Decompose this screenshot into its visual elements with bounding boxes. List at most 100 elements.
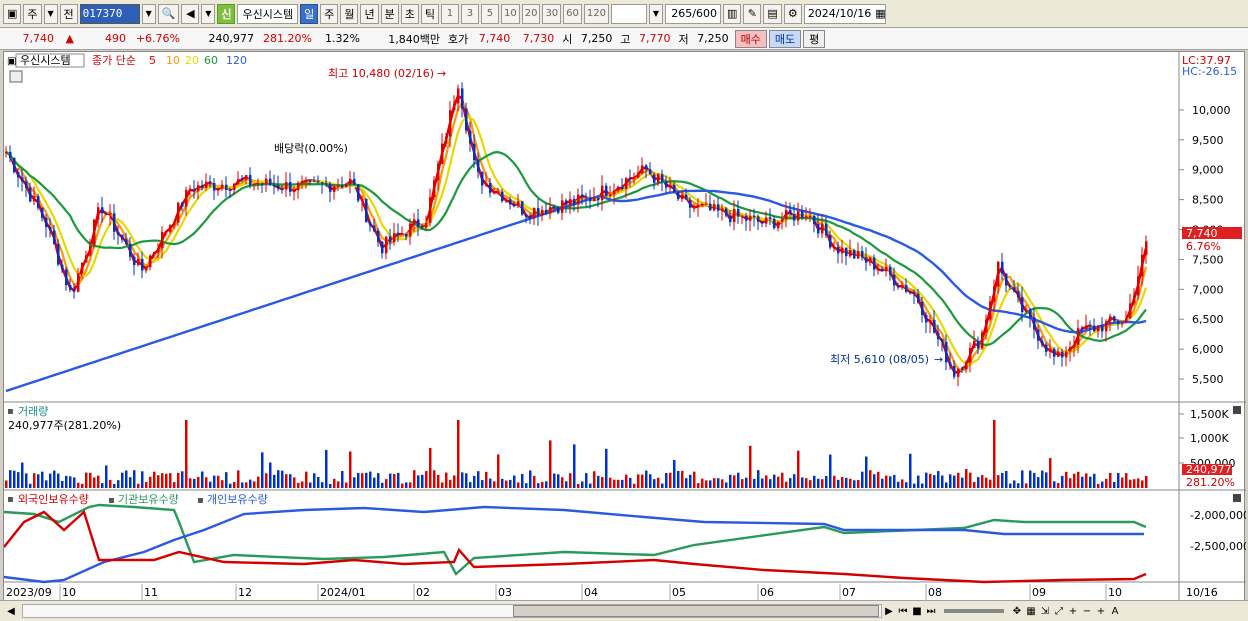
fit-icon[interactable]: ⇲ <box>1038 603 1052 619</box>
code-dropdown-icon[interactable]: ▼ <box>141 3 156 24</box>
candle-body <box>1133 295 1136 304</box>
zoom-in-icon[interactable]: + <box>1066 603 1080 619</box>
zoom-slider[interactable] <box>944 609 1004 613</box>
candle-body <box>253 183 256 186</box>
candle-body <box>61 264 64 270</box>
candle-body <box>345 183 348 188</box>
candle-body <box>1125 318 1128 323</box>
scroll-end-icon[interactable]: ⏭ <box>924 603 938 619</box>
period-second[interactable]: 초 <box>400 3 419 24</box>
period-day[interactable]: 일 <box>300 3 319 24</box>
candle-body <box>177 202 180 223</box>
stop-icon[interactable]: ■ <box>910 603 924 619</box>
volume-bar <box>265 473 268 488</box>
scroll-right-icon[interactable]: ▶ <box>882 603 896 619</box>
gear-icon[interactable]: ⚙ <box>783 3 802 24</box>
volume-bar <box>433 470 436 488</box>
chart-area[interactable]: 10,0009,5009,0008,5008,0007,5007,0006,50… <box>3 51 1248 602</box>
stock-chart[interactable]: 10,0009,5009,0008,5008,0007,5007,0006,50… <box>3 52 1248 602</box>
chevron-down-icon[interactable]: ▼ <box>43 3 58 24</box>
bottom-scrollbar[interactable]: ◀ ▶ ⏮ ■ ⏭ ✥ ▦ ⇲ ⤢ + − + A <box>0 600 1248 621</box>
save-icon[interactable]: ▤ <box>763 3 782 24</box>
candle-body <box>257 183 260 185</box>
current-price-tag-text: 7,740 <box>1186 227 1218 240</box>
custom-interval-input[interactable] <box>611 3 647 24</box>
calculator-icon[interactable] <box>9 70 23 83</box>
holdings-close-icon[interactable] <box>1233 494 1241 502</box>
volume-bar <box>749 445 752 488</box>
volume-bar <box>977 477 980 488</box>
speaker-icon[interactable]: ◀ <box>181 3 200 24</box>
candle-body <box>457 88 460 104</box>
period-minute[interactable]: 분 <box>380 3 399 24</box>
volume-bar <box>1001 472 1004 488</box>
volume-bar <box>5 480 8 488</box>
search-icon[interactable]: 🔍 <box>157 3 180 24</box>
interval-dropdown-icon[interactable]: ▼ <box>649 3 663 24</box>
volume-bar <box>1137 478 1140 488</box>
bid-label: 호가 <box>448 32 469 46</box>
sell-button[interactable]: 매도 <box>768 29 802 48</box>
candle-body <box>437 163 440 181</box>
candle-body <box>853 250 856 259</box>
volume-bar <box>861 471 864 488</box>
candle-body <box>49 226 52 231</box>
tile-icon[interactable]: ▦ <box>1024 603 1038 619</box>
buy-button[interactable]: 매수 <box>734 29 767 48</box>
candle-body <box>285 182 288 190</box>
date-input[interactable]: 2024/10/16 ▦ <box>803 3 886 24</box>
volume-bar <box>973 481 976 488</box>
volume-bar <box>869 470 872 488</box>
count-input[interactable]: 265/600 <box>665 3 721 24</box>
period-month[interactable]: 월 <box>340 3 359 24</box>
chart-type-icon[interactable]: ▥ <box>723 3 742 24</box>
eval-button[interactable]: 평 <box>803 29 826 48</box>
interval-10[interactable]: 10 <box>500 3 520 24</box>
volume-bar <box>365 472 368 488</box>
calendar-icon[interactable]: ▦ <box>875 7 885 20</box>
font-size-icon[interactable]: A <box>1108 603 1122 619</box>
scroll-thumb[interactable] <box>513 605 879 617</box>
volume-bar <box>13 470 16 488</box>
scroll-track[interactable] <box>22 604 882 618</box>
volume-bar <box>241 482 244 488</box>
candle-body <box>21 177 24 182</box>
interval-60[interactable]: 60 <box>563 3 582 24</box>
market-select[interactable]: 주 <box>23 3 42 24</box>
scroll-start-icon[interactable]: ⏮ <box>896 603 910 619</box>
panel-toggle-icon[interactable]: ▣ <box>7 56 16 67</box>
period-tick[interactable]: 틱 <box>420 3 439 24</box>
ma-10-label: 10 <box>166 54 180 67</box>
interval-30[interactable]: 30 <box>542 3 562 24</box>
candle-body <box>941 339 944 342</box>
volume-panel-icon[interactable]: ▪ <box>7 406 14 417</box>
interval-20[interactable]: 20 <box>521 3 541 24</box>
volume-bar <box>797 450 800 488</box>
period-year[interactable]: 년 <box>360 3 379 24</box>
candle-body <box>1085 325 1088 330</box>
window-menu-icon[interactable]: ▣ <box>3 3 22 24</box>
volume-bar <box>633 483 636 488</box>
volume-bar <box>229 483 232 488</box>
draw-tool-icon[interactable]: ✎ <box>743 3 762 24</box>
period-week[interactable]: 주 <box>320 3 339 24</box>
volume-bar <box>769 479 772 488</box>
interval-120[interactable]: 120 <box>583 3 609 24</box>
holdings-panel-icon[interactable]: ▪ <box>7 494 14 505</box>
volume-bar <box>445 472 448 488</box>
candle-body <box>121 234 124 240</box>
crosshair-icon[interactable]: ✥ <box>1010 603 1024 619</box>
stock-code-input[interactable]: 017370 <box>79 3 140 24</box>
candle-body <box>537 208 540 216</box>
expand-icon[interactable]: ⤢ <box>1052 603 1066 619</box>
interval-5[interactable]: 5 <box>480 3 499 24</box>
interval-1[interactable]: 1 <box>440 3 459 24</box>
speaker-dropdown-icon[interactable]: ▼ <box>201 3 216 24</box>
prev-button[interactable]: 전 <box>59 3 78 24</box>
volume-close-icon[interactable] <box>1233 406 1241 414</box>
candle-body <box>785 209 788 220</box>
zoom-out-icon[interactable]: − <box>1080 603 1094 619</box>
scroll-left-icon[interactable]: ◀ <box>4 603 18 619</box>
interval-3[interactable]: 3 <box>460 3 479 24</box>
zoom-reset-icon[interactable]: + <box>1094 603 1108 619</box>
